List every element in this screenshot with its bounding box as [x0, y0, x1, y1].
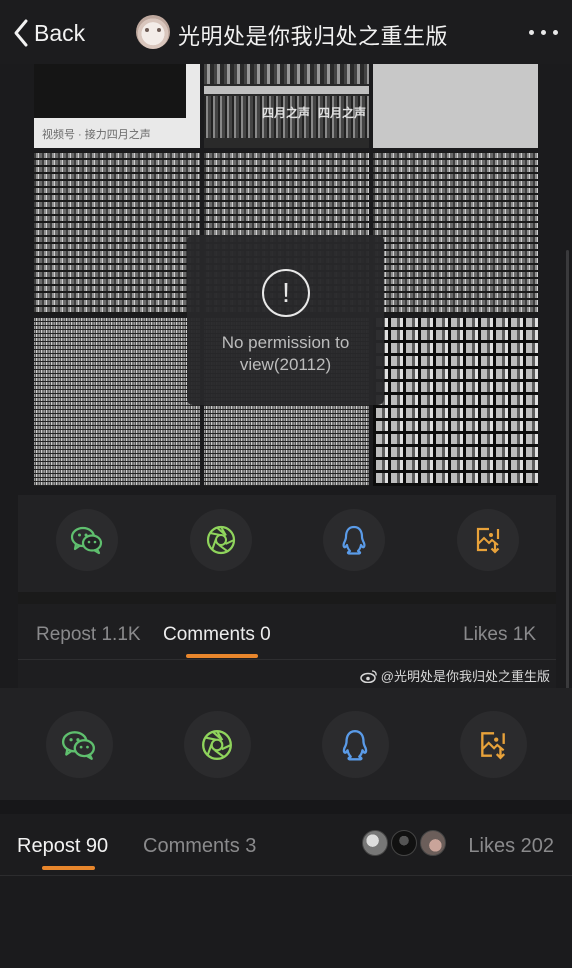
more-dot-icon — [541, 30, 546, 35]
more-options-button[interactable] — [529, 30, 558, 35]
moments-icon — [202, 729, 232, 760]
main-tab-bar: Repost 90 Comments 3 Likes 202 — [0, 814, 572, 876]
embedded-share-row — [20, 509, 555, 571]
avatar[interactable] — [136, 15, 170, 49]
alert-icon: ! — [262, 269, 310, 317]
avatar — [362, 830, 388, 856]
moments-icon — [206, 525, 235, 555]
media-tile — [34, 152, 200, 314]
wechat-icon — [70, 526, 102, 555]
share-moments-button[interactable] — [183, 711, 251, 778]
save-image-icon — [477, 527, 500, 554]
watermark: @光明处是你我归处之重生版 — [360, 666, 550, 685]
back-label: Back — [34, 19, 86, 46]
media-tile: 四月之声 四月之声 — [204, 56, 369, 148]
share-moments-button[interactable] — [189, 509, 252, 571]
avatar — [391, 830, 417, 856]
divider — [0, 800, 572, 814]
chevron-left-icon — [14, 19, 28, 47]
back-button[interactable]: Back — [12, 16, 85, 50]
tab-comments[interactable]: Comments 3 — [143, 835, 256, 858]
nav-bar: Back 光明处是你我归处之重生版 — [0, 0, 572, 64]
wechat-icon — [61, 730, 95, 760]
media-tile — [373, 56, 538, 148]
share-wechat-button[interactable] — [45, 711, 113, 778]
more-dot-icon — [529, 30, 534, 35]
divider — [18, 592, 556, 604]
qq-icon — [342, 525, 366, 555]
no-permission-overlay: ! No permission to view(20112) — [187, 235, 384, 405]
avatar — [420, 830, 446, 856]
share-row — [10, 711, 562, 778]
no-permission-message: No permission to view(20112) — [221, 333, 350, 374]
save-image-icon — [481, 731, 506, 759]
share-qq-button[interactable] — [323, 509, 386, 571]
tab-repost-embedded[interactable]: Repost 1.1K — [36, 624, 141, 646]
tile-label: 四月之声 — [262, 106, 311, 120]
media-tile: 视频号 · 接力四月之声 — [34, 56, 200, 148]
page-title[interactable]: 光明处是你我归处之重生版 — [178, 19, 448, 51]
media-tile — [373, 318, 538, 486]
share-save-image-button[interactable] — [457, 509, 520, 571]
tile-caption: 视频号 · 接力四月之声 — [42, 129, 151, 141]
tab-likes[interactable]: Likes 202 — [468, 835, 554, 858]
media-tile — [373, 152, 538, 314]
weibo-icon — [360, 669, 377, 683]
tab-repost[interactable]: Repost 90 — [17, 835, 108, 858]
tab-comments-embedded[interactable]: Comments 0 — [163, 624, 271, 646]
share-save-image-button[interactable] — [459, 711, 527, 778]
share-wechat-button[interactable] — [55, 509, 118, 571]
more-dot-icon — [553, 30, 558, 35]
media-tile — [34, 318, 200, 486]
qq-icon — [342, 729, 368, 761]
tile-label: 四月之声 — [318, 106, 367, 120]
liker-avatars[interactable] — [362, 830, 449, 856]
active-tab-indicator — [186, 654, 258, 658]
watermark-bar: @光明处是你我归处之重生版 — [18, 660, 556, 688]
embedded-tab-bar: Repost 1.1K Comments 0 Likes 1K — [18, 604, 556, 660]
active-tab-indicator — [42, 866, 95, 870]
share-qq-button[interactable] — [321, 711, 389, 778]
comments-area — [0, 877, 572, 968]
watermark-text: @光明处是你我归处之重生版 — [380, 669, 550, 684]
tab-likes-embedded[interactable]: Likes 1K — [463, 624, 536, 646]
